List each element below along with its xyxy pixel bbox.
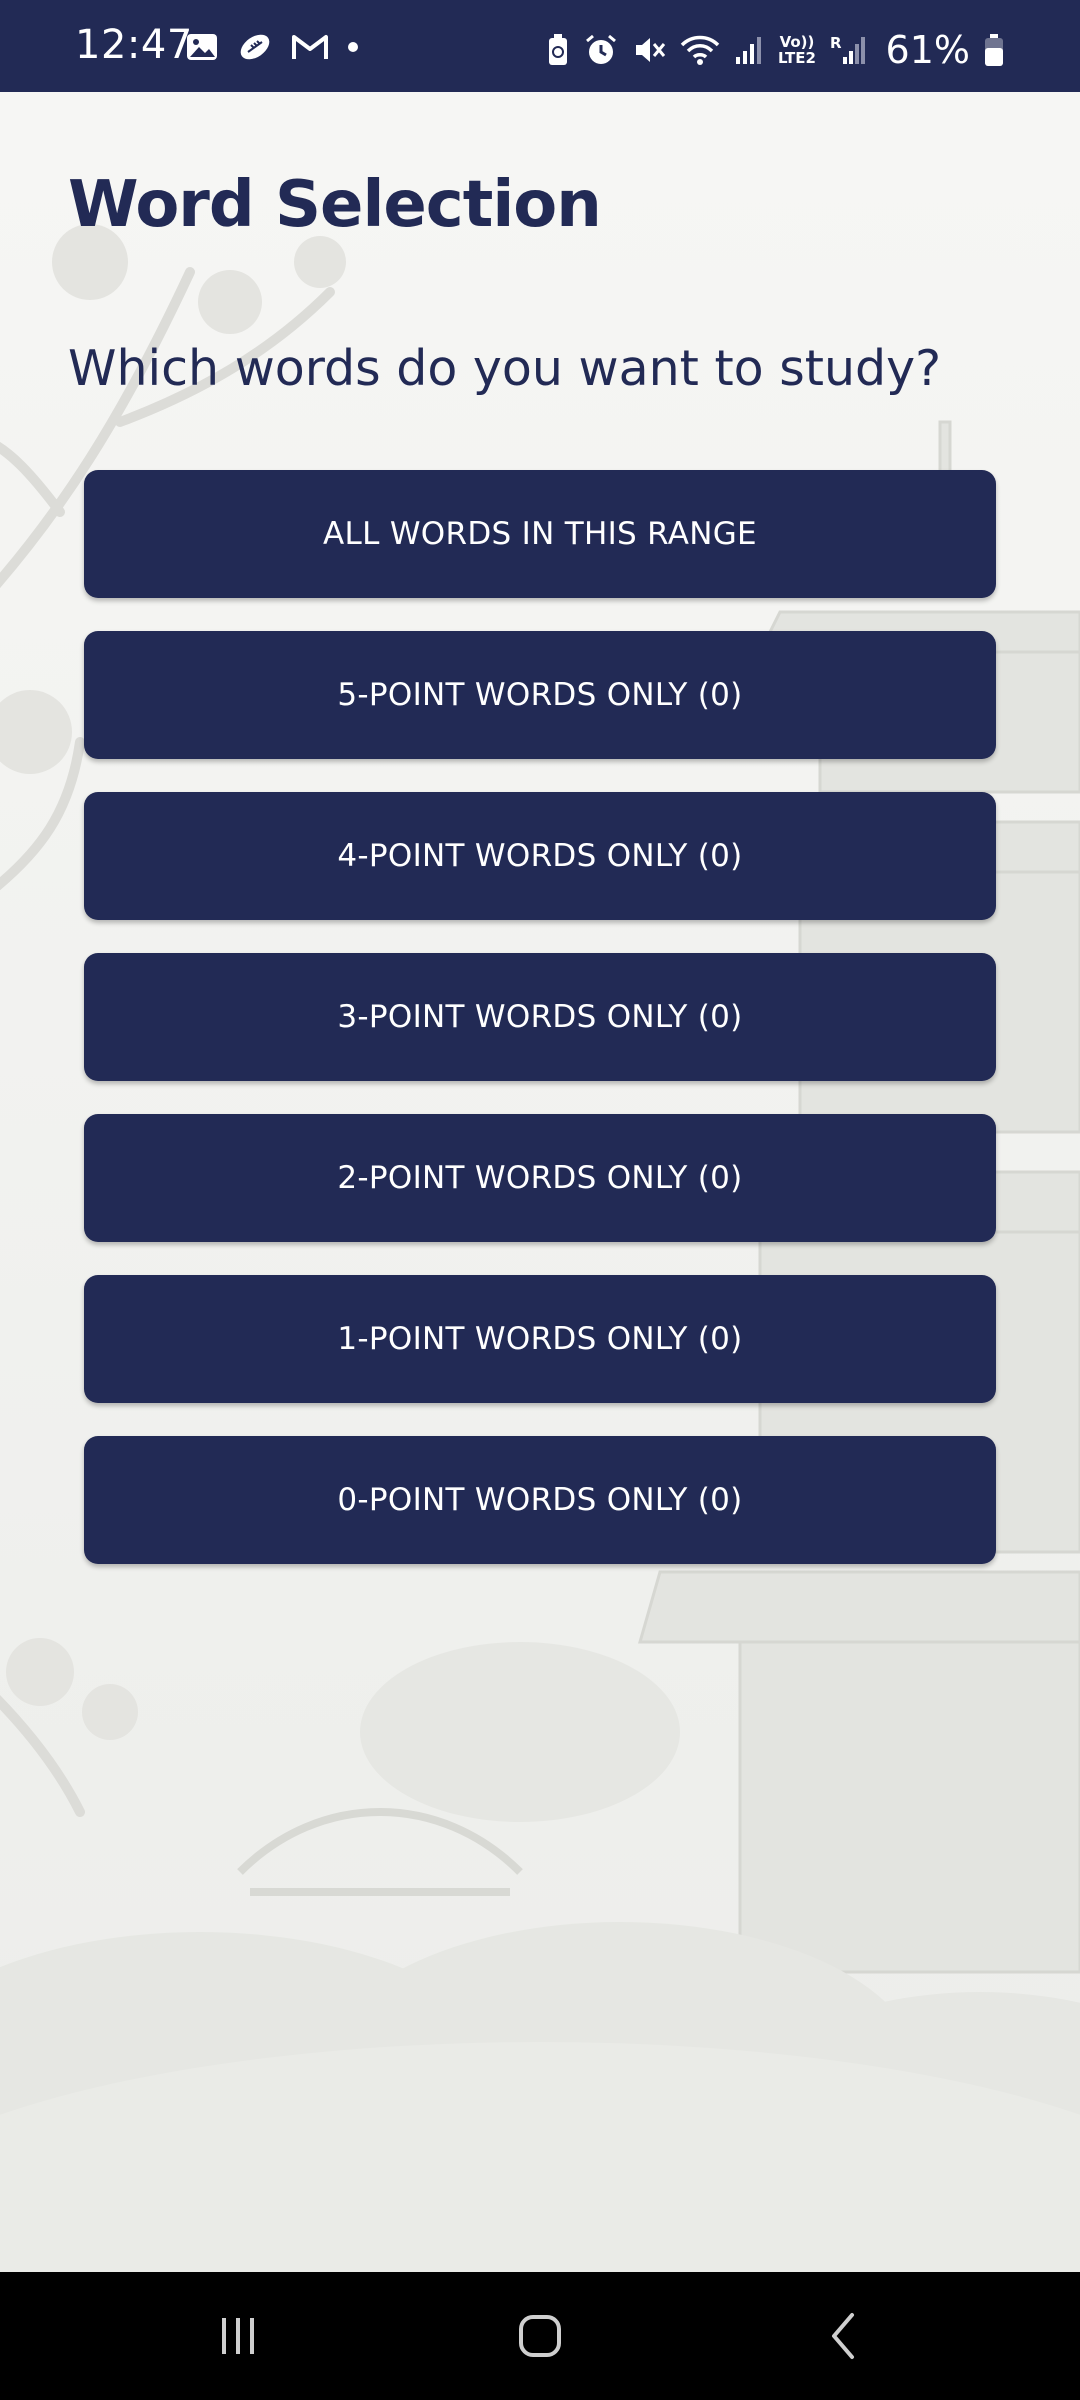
lte2-label: LTE2 bbox=[777, 49, 816, 67]
volte-label: Vo)) bbox=[779, 33, 815, 51]
back-button[interactable] bbox=[764, 2272, 924, 2400]
battery-percent: 61% bbox=[885, 28, 970, 72]
word-selection-options: ALL WORDS IN THIS RANGE 5-POINT WORDS ON… bbox=[84, 470, 996, 1597]
network-type-label: Vo)) LTE2 bbox=[778, 34, 816, 66]
mute-icon bbox=[635, 38, 666, 62]
home-button[interactable] bbox=[460, 2272, 620, 2400]
football-icon bbox=[240, 34, 270, 60]
wifi-icon bbox=[680, 35, 720, 65]
back-icon bbox=[832, 2313, 854, 2359]
four-point-words-button[interactable]: 4-POINT WORDS ONLY (0) bbox=[84, 792, 996, 920]
status-notification-icons bbox=[185, 32, 359, 62]
home-icon bbox=[519, 2315, 561, 2357]
signal-icon-2 bbox=[842, 37, 865, 64]
three-point-words-button[interactable]: 3-POINT WORDS ONLY (0) bbox=[84, 953, 996, 1081]
alarm-icon bbox=[586, 34, 616, 64]
recents-button[interactable] bbox=[158, 2272, 318, 2400]
roaming-label: R bbox=[829, 34, 842, 52]
zero-point-words-button[interactable]: 0-POINT WORDS ONLY (0) bbox=[84, 1436, 996, 1564]
all-words-button[interactable]: ALL WORDS IN THIS RANGE bbox=[84, 470, 996, 598]
five-point-words-button[interactable]: 5-POINT WORDS ONLY (0) bbox=[84, 631, 996, 759]
gallery-icon bbox=[187, 34, 217, 60]
two-point-words-button[interactable]: 2-POINT WORDS ONLY (0) bbox=[84, 1114, 996, 1242]
study-prompt: Which words do you want to study? bbox=[68, 340, 942, 397]
gmail-icon bbox=[292, 35, 328, 59]
status-time: 12:47 bbox=[75, 22, 193, 68]
battery-icon bbox=[985, 34, 1003, 66]
one-point-words-button[interactable]: 1-POINT WORDS ONLY (0) bbox=[84, 1275, 996, 1403]
system-nav-bar bbox=[0, 2272, 1080, 2400]
status-system-icons: Vo)) LTE2 R 61% bbox=[546, 28, 1004, 72]
dot-icon bbox=[348, 42, 358, 52]
page-title: Word Selection bbox=[68, 168, 602, 242]
screen: 12:47 Vo)) LTE2 R 61% Word Selection Whi… bbox=[0, 0, 1080, 2400]
status-bar: 12:47 Vo)) LTE2 R 61% bbox=[0, 0, 1080, 92]
roaming-signal: R bbox=[830, 35, 868, 65]
recents-icon bbox=[222, 2318, 254, 2354]
signal-icon bbox=[735, 37, 761, 64]
battery-saver-icon bbox=[548, 34, 567, 65]
